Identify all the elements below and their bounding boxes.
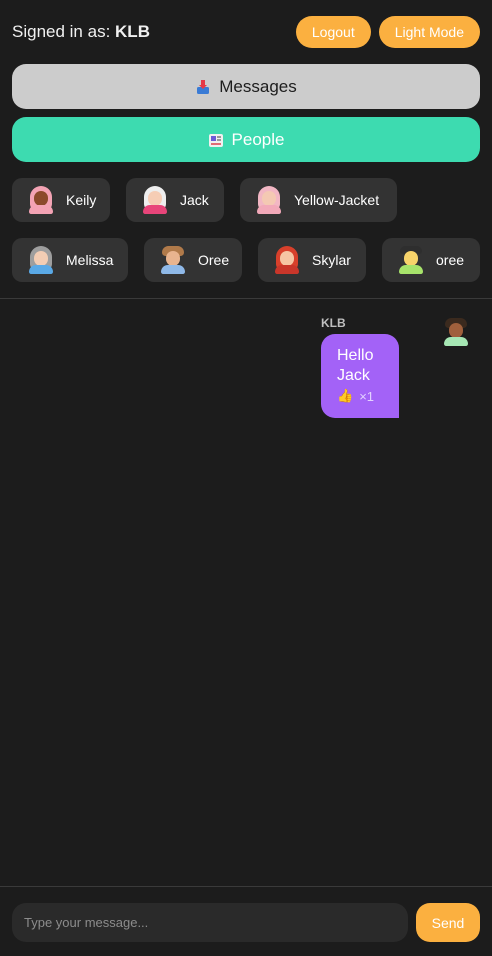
person-name: Melissa [66,252,114,268]
person-name: Jack [180,192,209,208]
messages-label: Messages [219,76,297,96]
people-button[interactable]: People [12,117,480,162]
person-name: Oree [198,252,230,268]
divider-bottom [0,886,492,887]
person-chip-skylar[interactable]: Skylar [258,238,366,282]
person-name: Skylar [312,252,351,268]
person-name: Keily [66,192,97,208]
message-reaction[interactable]: 👍 ×1 [337,388,383,404]
thumbs-up-icon: 👍 [337,388,354,403]
person-chip-oree-lower[interactable]: oree [382,238,480,282]
divider-top [0,298,492,299]
sender-avatar-icon [443,318,469,346]
messages-button[interactable]: Messages [12,64,480,109]
person-chip-yellow-jacket[interactable]: Yellow-Jacket [240,178,397,222]
light-mode-button[interactable]: Light Mode [378,16,480,48]
people-label: People [231,129,285,149]
top-bar: Signed in as: KLB Logout Light Mode [12,16,480,48]
person-chip-keily[interactable]: Keily [12,178,110,222]
composer: Send [12,903,480,942]
person-name: oree [436,252,465,268]
top-actions: Logout Light Mode [295,16,480,48]
signed-in-label: Signed in as: KLB [12,22,150,42]
person-chip-melissa[interactable]: Melissa [12,238,128,282]
woman-hijab-avatar-icon [28,186,54,214]
person-name: Yellow-Jacket [294,192,380,208]
man-green-shirt-avatar-icon [398,246,424,274]
red-haired-woman-avatar-icon [274,246,300,274]
signed-in-username: KLB [115,22,150,41]
message-text: Hello Jack [337,347,374,384]
white-haired-avatar-icon [142,186,168,214]
message-bubble[interactable]: Hello Jack 👍 ×1 [321,334,399,418]
woman-pink-hair-avatar-icon [256,186,282,214]
reaction-count: ×1 [359,388,375,404]
send-button[interactable]: Send [416,903,480,942]
man-beard-avatar-icon [160,246,186,274]
person-chip-oree[interactable]: Oree [144,238,242,282]
person-chip-jack[interactable]: Jack [126,178,224,222]
inbox-tray-icon [195,79,211,95]
elderly-woman-avatar-icon [28,246,54,274]
contact-card-icon [208,132,224,148]
message-author: KLB [321,316,346,330]
signed-in-prefix: Signed in as: [12,22,111,41]
message-input[interactable] [12,903,408,942]
logout-button[interactable]: Logout [295,16,371,48]
